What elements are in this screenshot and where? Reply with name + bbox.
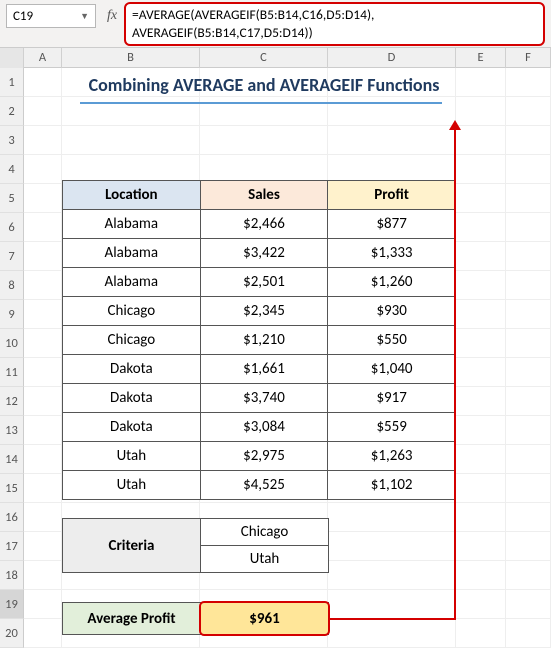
cell-sales[interactable]: $3,084 bbox=[200, 413, 328, 442]
annotation-arrow-horizontal bbox=[330, 618, 456, 620]
col-A[interactable]: A bbox=[24, 48, 62, 68]
formula-line-2: AVERAGEIF(B5:B14,C17,D5:D14)) bbox=[132, 24, 537, 42]
cell-sales[interactable]: $1,661 bbox=[200, 355, 328, 384]
annotation-arrow-vertical bbox=[454, 128, 456, 618]
data-table: Location Sales Profit Alabama$2,466$877 … bbox=[62, 180, 456, 500]
header-profit[interactable]: Profit bbox=[328, 181, 456, 210]
row-1[interactable]: 1 bbox=[0, 68, 24, 97]
page-title: Combining AVERAGE and AVERAGEIF Function… bbox=[74, 74, 454, 96]
cell-location[interactable]: Alabama bbox=[63, 268, 201, 297]
fx-button[interactable]: fx bbox=[100, 4, 124, 28]
formula-bar[interactable]: =AVERAGE(AVERAGEIF(B5:B14,C16,D5:D14), A… bbox=[124, 2, 545, 46]
col-F[interactable]: F bbox=[506, 48, 551, 68]
cell-location[interactable]: Utah bbox=[63, 442, 201, 471]
result-label[interactable]: Average Profit bbox=[63, 603, 201, 635]
cell-sales[interactable]: $2,466 bbox=[200, 210, 328, 239]
row-17[interactable]: 17 bbox=[0, 532, 24, 561]
row-4[interactable]: 4 bbox=[0, 155, 24, 184]
table-row: Dakota$3,740$917 bbox=[63, 384, 456, 413]
result-value: $961 bbox=[249, 610, 279, 628]
cell-profit[interactable]: $559 bbox=[328, 413, 456, 442]
result-value-cell[interactable]: $961 bbox=[201, 603, 329, 635]
row-12[interactable]: 12 bbox=[0, 387, 24, 416]
cell-location[interactable]: Utah bbox=[63, 471, 201, 500]
row-2[interactable]: 2 bbox=[0, 97, 24, 126]
cell-profit[interactable]: $1,260 bbox=[328, 268, 456, 297]
col-E[interactable]: E bbox=[456, 48, 506, 68]
row-11[interactable]: 11 bbox=[0, 358, 24, 387]
cell-location[interactable]: Alabama bbox=[63, 239, 201, 268]
cell-location[interactable]: Dakota bbox=[63, 413, 201, 442]
select-all-corner[interactable] bbox=[0, 48, 24, 68]
table-header-row: Location Sales Profit bbox=[63, 181, 456, 210]
row-13[interactable]: 13 bbox=[0, 416, 24, 445]
row-7[interactable]: 7 bbox=[0, 242, 24, 271]
table-row: Utah$2,975$1,263 bbox=[63, 442, 456, 471]
table-row: Chicago$2,345$930 bbox=[63, 297, 456, 326]
cell-profit[interactable]: $930 bbox=[328, 297, 456, 326]
cell-profit[interactable]: $550 bbox=[328, 326, 456, 355]
criteria-table: Criteria Chicago Utah bbox=[62, 518, 329, 573]
cell-location[interactable]: Chicago bbox=[63, 326, 201, 355]
cell-profit[interactable]: $917 bbox=[328, 384, 456, 413]
cell-sales[interactable]: $3,740 bbox=[200, 384, 328, 413]
result-table: Average Profit $961 bbox=[62, 602, 329, 635]
criteria-value-2[interactable]: Utah bbox=[201, 546, 329, 573]
row-18[interactable]: 18 bbox=[0, 561, 24, 590]
row-19[interactable]: 19 bbox=[0, 590, 24, 619]
cell-profit[interactable]: $1,102 bbox=[328, 471, 456, 500]
row-14[interactable]: 14 bbox=[0, 445, 24, 474]
col-D[interactable]: D bbox=[328, 48, 456, 68]
data-table-wrap: Location Sales Profit Alabama$2,466$877 … bbox=[62, 180, 456, 500]
row-9[interactable]: 9 bbox=[0, 300, 24, 329]
criteria-value-1[interactable]: Chicago bbox=[201, 519, 329, 546]
table-row: Alabama$2,466$877 bbox=[63, 210, 456, 239]
formula-bar-area: C19 ▼ fx =AVERAGE(AVERAGEIF(B5:B14,C16,D… bbox=[0, 0, 551, 48]
header-location[interactable]: Location bbox=[63, 181, 201, 210]
formula-line-1: =AVERAGE(AVERAGEIF(B5:B14,C16,D5:D14), bbox=[132, 6, 537, 24]
cell-profit[interactable]: $877 bbox=[328, 210, 456, 239]
cell-sales[interactable]: $2,975 bbox=[200, 442, 328, 471]
criteria-label[interactable]: Criteria bbox=[63, 519, 201, 573]
row-3[interactable]: 3 bbox=[0, 126, 24, 155]
fx-icon: fx bbox=[107, 8, 117, 24]
cell-sales[interactable]: $2,501 bbox=[200, 268, 328, 297]
row-15[interactable]: 15 bbox=[0, 474, 24, 503]
cell-sales[interactable]: $3,422 bbox=[200, 239, 328, 268]
cell-location[interactable]: Alabama bbox=[63, 210, 201, 239]
cell-profit[interactable]: $1,263 bbox=[328, 442, 456, 471]
table-row: Utah$4,525$1,102 bbox=[63, 471, 456, 500]
annotation-arrowhead bbox=[449, 120, 461, 130]
table-row: Dakota$3,084$559 bbox=[63, 413, 456, 442]
title-underline bbox=[80, 102, 442, 104]
table-row: Alabama$2,501$1,260 bbox=[63, 268, 456, 297]
cell-location[interactable]: Dakota bbox=[63, 355, 201, 384]
row-20[interactable]: 20 bbox=[0, 619, 24, 648]
row-6[interactable]: 6 bbox=[0, 213, 24, 242]
cell-location[interactable]: Dakota bbox=[63, 384, 201, 413]
name-box[interactable]: C19 ▼ bbox=[6, 4, 96, 28]
cell-location[interactable]: Chicago bbox=[63, 297, 201, 326]
col-B[interactable]: B bbox=[62, 48, 200, 68]
table-row: Chicago$1,210$550 bbox=[63, 326, 456, 355]
table-row: Dakota$1,661$1,040 bbox=[63, 355, 456, 384]
column-headers: A B C D E F bbox=[0, 48, 551, 68]
cell-profit[interactable]: $1,333 bbox=[328, 239, 456, 268]
dropdown-icon[interactable]: ▼ bbox=[80, 11, 89, 22]
name-box-ref: C19 bbox=[13, 9, 33, 24]
header-sales[interactable]: Sales bbox=[200, 181, 328, 210]
row-10[interactable]: 10 bbox=[0, 329, 24, 358]
row-16[interactable]: 16 bbox=[0, 503, 24, 532]
row-5[interactable]: 5 bbox=[0, 184, 24, 213]
row-8[interactable]: 8 bbox=[0, 271, 24, 300]
cell-sales[interactable]: $2,345 bbox=[200, 297, 328, 326]
table-row: Alabama$3,422$1,333 bbox=[63, 239, 456, 268]
cell-sales[interactable]: $4,525 bbox=[200, 471, 328, 500]
col-C[interactable]: C bbox=[200, 48, 328, 68]
cell-profit[interactable]: $1,040 bbox=[328, 355, 456, 384]
cell-sales[interactable]: $1,210 bbox=[200, 326, 328, 355]
